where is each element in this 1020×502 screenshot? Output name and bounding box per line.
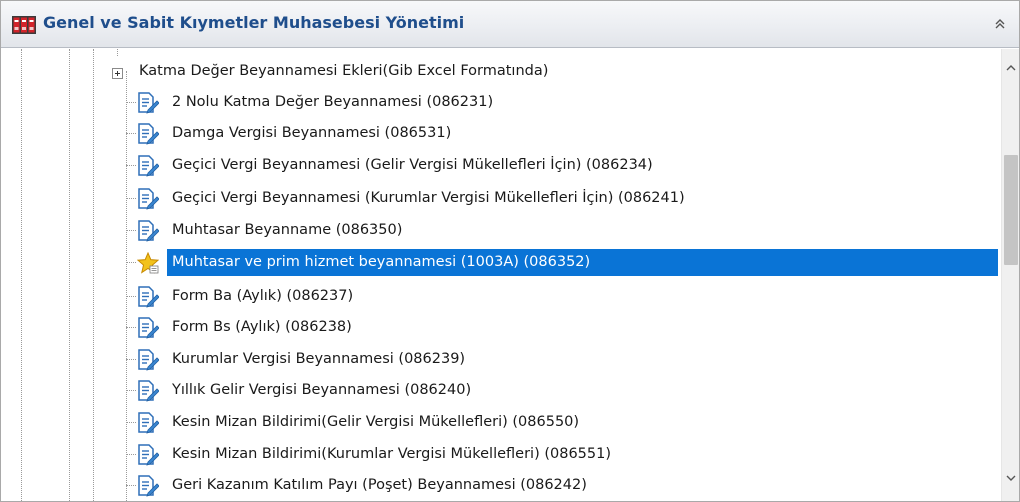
scrollbar-thumb[interactable] <box>1004 155 1018 265</box>
tree-item[interactable]: Muhtasar Beyanname (086350) <box>1 215 1001 246</box>
panel-header[interactable]: Genel ve Sabit Kıymetler Muhasebesi Yöne… <box>1 1 1019 48</box>
tree-item[interactable]: Kesin Mizan Bildirimi(Kurumlar Vergisi M… <box>1 439 1001 470</box>
tree-item[interactable]: Geri Kazanım Katılım Payı (Poşet) Beyann… <box>1 470 1001 501</box>
tree-item-label: Geçici Vergi Beyannamesi (Kurumlar Vergi… <box>172 190 685 206</box>
double-chevron-up-icon[interactable] <box>991 15 1009 33</box>
tree-guide-line <box>117 49 118 56</box>
binders-icon <box>12 16 36 34</box>
chevron-up-icon <box>1006 65 1016 71</box>
tree-view[interactable]: Katma Değer Beyannamesi Ekleri(Gib Excel… <box>1 49 1001 501</box>
scroll-up-button[interactable] <box>1002 59 1019 77</box>
document-edit-icon <box>138 444 159 466</box>
tree-item-label: Muhtasar ve prim hizmet beyannamesi (100… <box>172 254 591 270</box>
tree-item[interactable]: Form Bs (Aylık) (086238) <box>1 312 1001 343</box>
tree-item-label: Geri Kazanım Katılım Payı (Poşet) Beyann… <box>172 477 587 493</box>
chevron-down-icon <box>1006 475 1016 481</box>
document-edit-icon <box>138 475 159 497</box>
tree-item[interactable]: Geçici Vergi Beyannamesi (Gelir Vergisi … <box>1 150 1001 181</box>
tree-item[interactable]: Form Ba (Aylık) (086237) <box>1 281 1001 312</box>
document-edit-icon <box>138 123 159 145</box>
document-edit-icon <box>138 92 159 114</box>
tree-node-label: Katma Değer Beyannamesi Ekleri(Gib Excel… <box>139 63 549 79</box>
document-edit-icon <box>138 188 159 210</box>
vertical-scrollbar[interactable] <box>1001 49 1019 501</box>
panel-title: Genel ve Sabit Kıymetler Muhasebesi Yöne… <box>43 13 465 32</box>
tree-item-label: Geçici Vergi Beyannamesi (Gelir Vergisi … <box>172 157 653 173</box>
tree-item-label: 2 Nolu Katma Değer Beyannamesi (086231) <box>172 94 494 110</box>
tree-item[interactable]: Geçici Vergi Beyannamesi (Kurumlar Vergi… <box>1 183 1001 214</box>
expand-plus-icon[interactable] <box>112 68 123 79</box>
star-icon <box>137 252 159 274</box>
tree-item-label: Kurumlar Vergisi Beyannamesi (086239) <box>172 351 466 367</box>
document-edit-icon <box>138 349 159 371</box>
tree-item[interactable]: Kesin Mizan Bildirimi(Gelir Vergisi Müke… <box>1 407 1001 438</box>
document-edit-icon <box>138 317 159 339</box>
tree-item-label: Kesin Mizan Bildirimi(Gelir Vergisi Müke… <box>172 414 580 430</box>
tree-item-label: Kesin Mizan Bildirimi(Kurumlar Vergisi M… <box>172 446 612 462</box>
tree-item-selected[interactable]: Muhtasar ve prim hizmet beyannamesi (100… <box>1 247 1001 278</box>
document-edit-icon <box>138 286 159 308</box>
tree-item-label: Muhtasar Beyanname (086350) <box>172 222 403 238</box>
tree-item[interactable]: 2 Nolu Katma Değer Beyannamesi (086231) <box>1 87 1001 118</box>
document-edit-icon <box>138 155 159 177</box>
document-edit-icon <box>138 220 159 242</box>
document-edit-icon <box>138 412 159 434</box>
tree-item-label: Yıllık Gelir Vergisi Beyannamesi (086240… <box>172 382 472 398</box>
tree-item-label: Form Bs (Aylık) (086238) <box>172 319 352 335</box>
tree-item[interactable]: Damga Vergisi Beyannamesi (086531) <box>1 118 1001 149</box>
tree-item-label: Form Ba (Aylık) (086237) <box>172 288 354 304</box>
tree-item[interactable]: Yıllık Gelir Vergisi Beyannamesi (086240… <box>1 375 1001 406</box>
document-edit-icon <box>138 380 159 402</box>
tree-panel-window: Genel ve Sabit Kıymetler Muhasebesi Yöne… <box>0 0 1020 502</box>
tree-item-label: Damga Vergisi Beyannamesi (086531) <box>172 125 452 141</box>
tree-item[interactable]: Kurumlar Vergisi Beyannamesi (086239) <box>1 344 1001 375</box>
scroll-down-button[interactable] <box>1002 469 1019 487</box>
